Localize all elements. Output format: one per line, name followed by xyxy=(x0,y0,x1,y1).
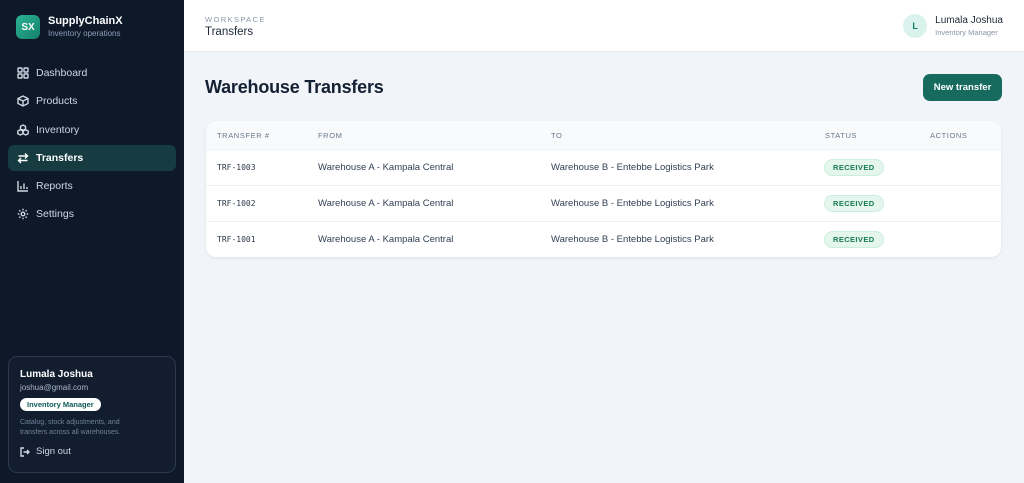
transfers-table: TRANSFER # FROM TO STATUS ACTIONS TRF-10… xyxy=(206,121,1001,257)
header-user-role: Inventory Manager xyxy=(935,27,998,37)
transfer-id: TRF-1003 xyxy=(217,163,256,172)
sign-out-button[interactable]: Sign out xyxy=(20,446,164,457)
table-row[interactable]: TRF-1002 Warehouse A - Kampala Central W… xyxy=(206,186,1001,222)
status-badge: RECEIVED xyxy=(824,195,884,212)
status-badge: RECEIVED xyxy=(824,231,884,248)
sidebar-item-label: Products xyxy=(36,95,78,108)
sidebar-item-label: Dashboard xyxy=(36,67,88,79)
column-header-transfer: TRANSFER # xyxy=(217,131,270,140)
sidebar-item-inventory[interactable]: Inventory xyxy=(8,117,176,143)
gear-icon xyxy=(17,208,29,220)
brand-name: SupplyChainX xyxy=(48,15,123,27)
sidebar-item-transfers[interactable]: Transfers xyxy=(8,144,176,171)
box-icon xyxy=(17,95,29,108)
transfer-from: Warehouse A - Kampala Central xyxy=(318,162,454,173)
sidebar-item-label: Transfers xyxy=(36,151,84,164)
column-header-to: TO xyxy=(551,131,563,140)
sidebar-nav: Dashboard Products Inventory Transfers R… xyxy=(8,60,176,230)
user-card-email: joshua@gmail.com xyxy=(20,383,89,392)
sidebar-item-label: Inventory xyxy=(36,123,80,136)
brand-subtitle: Inventory operations xyxy=(48,29,121,38)
user-card-name: Lumala Joshua xyxy=(20,369,93,380)
role-badge: Inventory Manager xyxy=(20,398,101,411)
column-header-status: STATUS xyxy=(825,131,858,140)
page-title: Warehouse Transfers xyxy=(205,77,384,97)
transfer-to: Warehouse B - Entebbe Logistics Park xyxy=(551,198,714,209)
transfer-from: Warehouse A - Kampala Central xyxy=(318,198,454,209)
avatar: L xyxy=(903,14,928,38)
transfer-id: TRF-1002 xyxy=(217,199,256,208)
sidebar-item-reports[interactable]: Reports xyxy=(8,173,176,199)
transfer-id: TRF-1001 xyxy=(217,235,256,244)
sign-out-icon xyxy=(20,446,30,457)
sidebar-item-settings[interactable]: Settings xyxy=(8,201,176,227)
breadcrumb-title: Transfers xyxy=(205,26,254,38)
table-header: TRANSFER # FROM TO STATUS ACTIONS xyxy=(206,121,1001,150)
column-header-from: FROM xyxy=(318,131,343,140)
grid-icon xyxy=(17,67,29,79)
column-header-actions: ACTIONS xyxy=(930,131,968,140)
transfer-to: Warehouse B - Entebbe Logistics Park xyxy=(551,234,714,245)
boxes-icon xyxy=(17,123,29,136)
brand-logo: SX xyxy=(16,15,40,39)
table-row[interactable]: TRF-1003 Warehouse A - Kampala Central W… xyxy=(206,150,1001,186)
breadcrumb-label: WORKSPACE xyxy=(205,15,266,24)
header-user-name: Lumala Joshua xyxy=(935,14,1003,26)
arrows-swap-icon xyxy=(17,152,29,164)
role-description: Catalog, stock adjustments, and transfer… xyxy=(20,419,121,436)
sign-out-label: Sign out xyxy=(36,446,71,457)
sidebar-item-products[interactable]: Products xyxy=(8,88,176,114)
top-header: WORKSPACE Transfers L Lumala Joshua Inve… xyxy=(184,0,1024,52)
status-badge: RECEIVED xyxy=(824,159,884,176)
transfer-to: Warehouse B - Entebbe Logistics Park xyxy=(551,162,714,173)
sidebar-item-dashboard[interactable]: Dashboard xyxy=(8,60,176,86)
table-row[interactable]: TRF-1001 Warehouse A - Kampala Central W… xyxy=(206,222,1001,257)
sidebar-item-label: Reports xyxy=(36,180,73,193)
sidebar-item-label: Settings xyxy=(36,208,74,221)
header-user-menu[interactable]: L Lumala Joshua Inventory Manager xyxy=(903,14,1003,38)
sidebar-user-card: Lumala Joshua joshua@gmail.com Inventory… xyxy=(8,356,176,473)
transfer-from: Warehouse A - Kampala Central xyxy=(318,234,454,245)
sidebar: SX SupplyChainX Inventory operations Das… xyxy=(0,0,184,483)
bar-chart-icon xyxy=(17,180,29,192)
new-transfer-button[interactable]: New transfer xyxy=(923,74,1002,101)
brand[interactable]: SX SupplyChainX Inventory operations xyxy=(16,15,123,39)
